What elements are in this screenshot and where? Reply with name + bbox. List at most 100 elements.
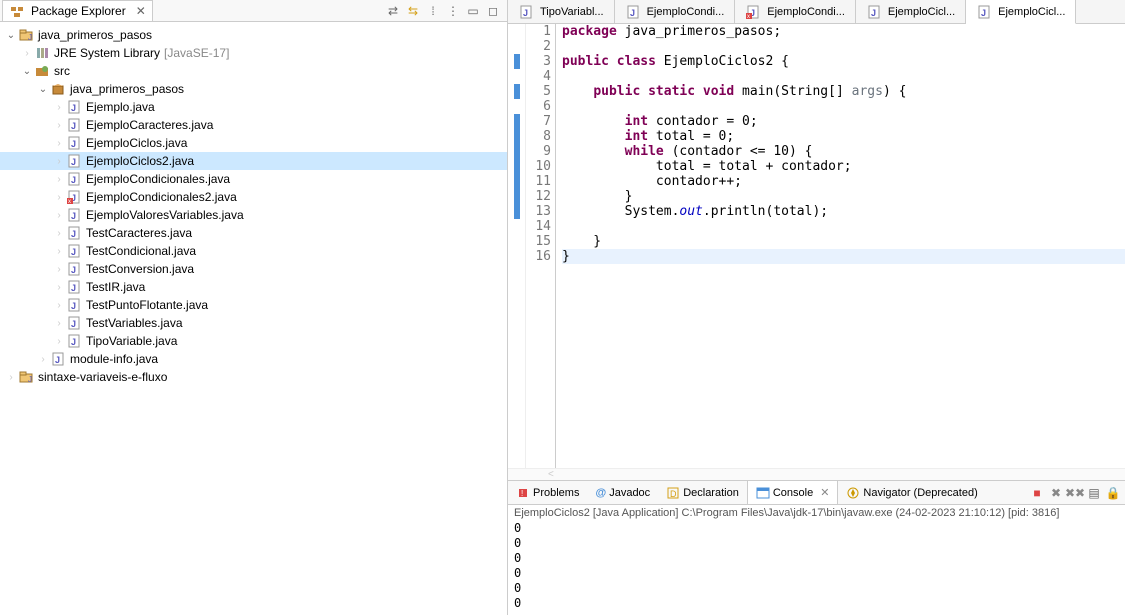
maximize-icon[interactable]: ◻ xyxy=(485,3,501,19)
code-line[interactable]: } xyxy=(562,249,1125,264)
tree-file[interactable]: ›JEjemploCaracteres.java xyxy=(0,116,507,134)
tree-label: TestPuntoFlotante.java xyxy=(84,298,208,312)
ruler-mark xyxy=(514,159,520,174)
code-area[interactable]: package java_primeros_pasos; public clas… xyxy=(556,24,1125,468)
expand-arrow-icon: › xyxy=(52,136,66,150)
tree-folder[interactable]: ›Jsintaxe-variaveis-e-fluxo xyxy=(0,368,507,386)
expand-arrow-icon[interactable]: ⌄ xyxy=(20,64,34,78)
code-line[interactable]: } xyxy=(562,234,1125,249)
package-icon xyxy=(50,81,66,97)
close-icon[interactable]: ✕ xyxy=(820,486,829,499)
editor-tab[interactable]: JTipoVariabl... xyxy=(508,0,615,23)
tree-file[interactable]: ›JTestVariables.java xyxy=(0,314,507,332)
line-number: 6 xyxy=(526,99,551,114)
java-file-icon: J xyxy=(66,117,82,133)
console-output[interactable]: 0 0 0 0 0 0 xyxy=(508,521,1125,615)
tree-label: JRE System Library xyxy=(52,46,160,60)
link-editor-icon[interactable]: ⇆ xyxy=(405,3,421,19)
tree-file[interactable]: ›Jmodule-info.java xyxy=(0,350,507,368)
tree-folder[interactable]: ⌄ java_primeros_pasos xyxy=(0,80,507,98)
expand-arrow-icon: › xyxy=(52,208,66,222)
tree-file[interactable]: ›JTestCaracteres.java xyxy=(0,224,507,242)
code-line[interactable]: while (contador <= 10) { xyxy=(562,144,1125,159)
code-line[interactable]: System.out.println(total); xyxy=(562,204,1125,219)
tree-label: TestVariables.java xyxy=(84,316,183,330)
editor-tab[interactable]: JEjemploCicl... xyxy=(966,0,1076,24)
code-line[interactable]: int contador = 0; xyxy=(562,114,1125,129)
code-line[interactable] xyxy=(562,219,1125,234)
svg-text:J: J xyxy=(981,8,986,18)
svg-text:J: J xyxy=(71,157,76,167)
tree-label: java_primeros_pasos xyxy=(36,28,152,42)
tree-file[interactable]: ›JEjemplo.java xyxy=(0,98,507,116)
tab-label: TipoVariabl... xyxy=(540,6,604,18)
package-explorer-tab[interactable]: Package Explorer ✕ xyxy=(2,0,153,21)
svg-text:J: J xyxy=(71,211,76,221)
expand-arrow-icon: › xyxy=(52,334,66,348)
view-menu-icon[interactable]: ⋮ xyxy=(445,3,461,19)
line-number: 14 xyxy=(526,219,551,234)
svg-text:J: J xyxy=(71,121,76,131)
terminate-icon[interactable]: ■ xyxy=(1029,485,1045,501)
bottom-tab-problems[interactable]: !Problems xyxy=(508,481,587,504)
console-toolbar: ■ ✖ ✖✖ ▤ 🔒 xyxy=(1029,485,1125,501)
svg-text:J: J xyxy=(630,8,635,18)
editor-tab[interactable]: JxEjemploCondi... xyxy=(735,0,856,23)
line-number: 1 xyxy=(526,24,551,39)
code-line[interactable]: package java_primeros_pasos; xyxy=(562,24,1125,39)
horizontal-scrollbar[interactable]: < xyxy=(508,468,1125,480)
bottom-tab-javadoc[interactable]: @Javadoc xyxy=(587,481,658,504)
code-editor[interactable]: 12345678910111213141516 package java_pri… xyxy=(508,24,1125,468)
ruler-mark xyxy=(514,144,520,159)
tree-file[interactable]: ›JTestConversion.java xyxy=(0,260,507,278)
minimize-icon[interactable]: ▭ xyxy=(465,3,481,19)
code-line[interactable]: public class EjemploCiclos2 { xyxy=(562,54,1125,69)
code-line[interactable]: public static void main(String[] args) { xyxy=(562,84,1125,99)
tree-label: EjemploCondicionales.java xyxy=(84,172,230,186)
tree-file[interactable]: ›JxEjemploCondicionales2.java xyxy=(0,188,507,206)
code-line[interactable]: total = total + contador; xyxy=(562,159,1125,174)
tree-folder[interactable]: ⌄Jjava_primeros_pasos xyxy=(0,26,507,44)
tree-folder[interactable]: ⌄src xyxy=(0,62,507,80)
close-icon[interactable]: ✕ xyxy=(136,4,146,18)
clear-console-icon[interactable]: ▤ xyxy=(1086,485,1102,501)
expand-arrow-icon[interactable]: ⌄ xyxy=(4,28,18,42)
code-line[interactable]: int total = 0; xyxy=(562,129,1125,144)
collapse-all-icon[interactable]: ⇄ xyxy=(385,3,401,19)
editor-tab[interactable]: JEjemploCicl... xyxy=(856,0,966,23)
tree-file[interactable]: ›JEjemploCiclos.java xyxy=(0,134,507,152)
bottom-tab-navigator[interactable]: Navigator (Deprecated) xyxy=(838,481,985,504)
remove-all-icon[interactable]: ✖✖ xyxy=(1067,485,1083,501)
tree-folder[interactable]: ›JRE System Library[JavaSE-17] xyxy=(0,44,507,62)
remove-launch-icon[interactable]: ✖ xyxy=(1048,485,1064,501)
line-number: 9 xyxy=(526,144,551,159)
code-line[interactable]: contador++; xyxy=(562,174,1125,189)
tree-label: java_primeros_pasos xyxy=(68,82,184,96)
project-tree[interactable]: ⌄Jjava_primeros_pasos›JRE System Library… xyxy=(0,22,507,615)
tree-file[interactable]: ›JTipoVariable.java xyxy=(0,332,507,350)
code-line[interactable] xyxy=(562,39,1125,54)
tree-file[interactable]: ›JTestPuntoFlotante.java xyxy=(0,296,507,314)
expand-arrow-icon[interactable]: ⌄ xyxy=(36,82,50,96)
bottom-pane: !Problems@JavadocDDeclarationConsole✕Nav… xyxy=(508,480,1125,615)
tree-file[interactable]: ›JTestCondicional.java xyxy=(0,242,507,260)
ruler-mark xyxy=(514,174,520,189)
line-number: 16 xyxy=(526,249,551,264)
scroll-lock-icon[interactable]: 🔒 xyxy=(1105,485,1121,501)
code-line[interactable] xyxy=(562,99,1125,114)
tree-file[interactable]: ›JEjemploCiclos2.java xyxy=(0,152,507,170)
ruler-mark xyxy=(514,114,520,129)
editor-tab[interactable]: JEjemploCondi... xyxy=(615,0,736,23)
focus-icon[interactable]: ⁞ xyxy=(425,3,441,19)
java-file-icon: J xyxy=(66,225,82,241)
tree-file[interactable]: ›JEjemploValoresVariables.java xyxy=(0,206,507,224)
code-line[interactable]: } xyxy=(562,189,1125,204)
expand-arrow-icon: › xyxy=(52,280,66,294)
tree-label: sintaxe-variaveis-e-fluxo xyxy=(36,370,167,384)
tree-file[interactable]: ›JTestIR.java xyxy=(0,278,507,296)
code-line[interactable] xyxy=(562,69,1125,84)
bottom-tab-console[interactable]: Console✕ xyxy=(747,481,839,504)
editor-tabs: JTipoVariabl...JEjemploCondi...JxEjemplo… xyxy=(508,0,1125,24)
bottom-tab-declaration[interactable]: DDeclaration xyxy=(658,481,747,504)
tree-file[interactable]: ›JEjemploCondicionales.java xyxy=(0,170,507,188)
